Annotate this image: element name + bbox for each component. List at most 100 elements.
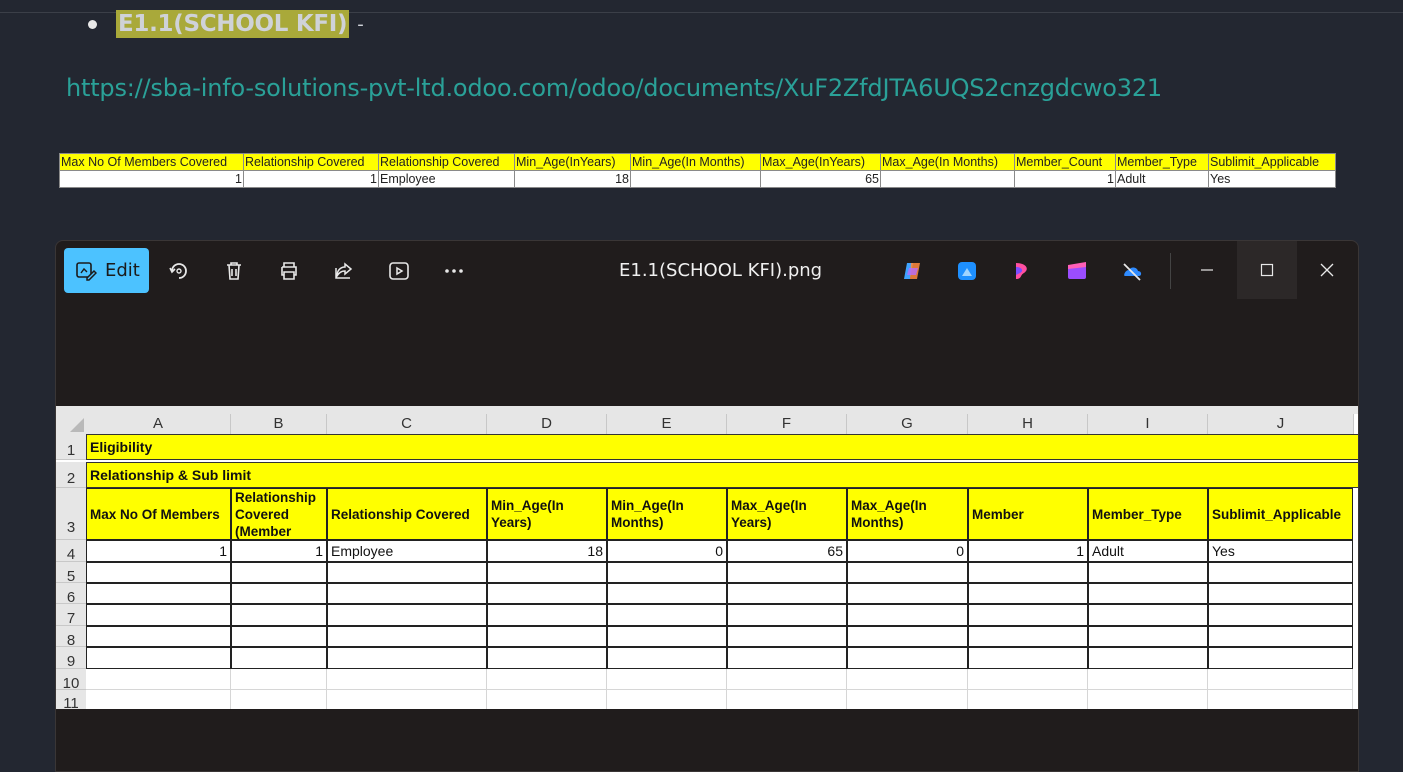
sheet-empty-cell — [231, 647, 327, 669]
sheet-empty-cell — [968, 583, 1088, 604]
edit-button[interactable]: Edit — [64, 248, 149, 293]
sheet-empty-cell — [1088, 669, 1208, 690]
sheet-empty-cell — [607, 562, 727, 583]
sheet-header-cell: Min_Age(In Months) — [607, 488, 727, 540]
pasted-table-header-row: Max No Of Members Covered Relationship C… — [59, 153, 1336, 171]
sheet-header-cell: Member_Type — [1088, 488, 1208, 540]
document-link[interactable]: https://sba-info-solutions-pvt-ltd.odoo.… — [66, 74, 1162, 102]
row-header-5: 5 — [56, 562, 86, 585]
sheet-data-cell: 0 — [847, 540, 968, 562]
sheet-data-cell: Adult — [1088, 540, 1208, 562]
sheet-empty-cell — [327, 604, 487, 626]
sheet-empty-cell — [327, 669, 487, 690]
sheet-empty-cell — [1088, 583, 1208, 604]
relationship-band: Relationship & Sub limit — [86, 462, 1358, 488]
sheet-data-cell: 65 — [727, 540, 847, 562]
print-icon[interactable] — [277, 259, 301, 283]
bullet-dash: - — [357, 13, 364, 35]
sheet-data-cell: 1 — [86, 540, 231, 562]
bullet-title: E1.1(SCHOOL KFI) — [116, 10, 350, 38]
designer-icon[interactable] — [955, 259, 979, 283]
pasted-header-cell: Max No Of Members Covered — [59, 153, 244, 171]
sheet-empty-cell — [968, 647, 1088, 669]
column-header-b: B — [231, 414, 327, 434]
clipchamp-icon[interactable] — [1010, 259, 1034, 283]
sheet-empty-cell — [1088, 604, 1208, 626]
sheet-empty-cell — [607, 669, 727, 690]
sheet-empty-cell — [1208, 626, 1353, 647]
share-icon[interactable] — [332, 259, 356, 283]
sheet-empty-cell — [86, 669, 231, 690]
sheet-header-cell: Relationship Covered — [327, 488, 487, 540]
sheet-empty-cell — [607, 604, 727, 626]
pasted-header-cell: Member_Count — [1014, 153, 1116, 171]
sheet-header-cell: Max_Age(In Months) — [847, 488, 968, 540]
toolbar-separator — [1170, 253, 1171, 289]
sheet-header-cell: Member — [968, 488, 1088, 540]
sheet-header-cell: Max_Age(In Years) — [727, 488, 847, 540]
row-header-4: 4 — [56, 540, 86, 563]
pasted-table: Max No Of Members Covered Relationship C… — [59, 153, 1336, 188]
slideshow-icon[interactable] — [387, 259, 411, 283]
row-header-3: 3 — [56, 488, 86, 540]
sheet-empty-cell — [231, 604, 327, 626]
pasted-header-cell: Max_Age(InYears) — [760, 153, 881, 171]
row-header-10: 10 — [56, 669, 86, 692]
sheet-data-cell: 1 — [231, 540, 327, 562]
sheet-header-cell: Relationship Covered (Member — [231, 488, 327, 540]
sheet-empty-cell — [231, 626, 327, 647]
photo-viewer-window: Edit E1.1(SCHOOL KFI).png A B C D E F G … — [55, 240, 1359, 772]
sheet-empty-cell — [847, 626, 968, 647]
pasted-cell: Yes — [1208, 170, 1336, 188]
sheet-empty-cell — [487, 669, 607, 690]
eligibility-band: Eligibility — [86, 434, 1358, 460]
minimize-button[interactable] — [1177, 241, 1237, 299]
spreadsheet-image: ABCDEFGHIJ 1 2 3 4 5 6 7 8 9 10 11 Eligibility Rela… — [56, 406, 1358, 709]
sheet-data-cell: 18 — [487, 540, 607, 562]
sheet-empty-cell — [1088, 626, 1208, 647]
sheet-empty-cell — [231, 669, 327, 690]
row-header-1: 1 — [56, 434, 86, 460]
sheet-empty-cell — [607, 583, 727, 604]
sheet-empty-cell — [727, 583, 847, 604]
close-button[interactable] — [1297, 241, 1357, 299]
sheet-empty-cell — [231, 562, 327, 583]
sheet-empty-cell — [607, 626, 727, 647]
sheet-empty-cell — [1208, 669, 1353, 690]
sheet-empty-cell — [1088, 647, 1208, 669]
pasted-cell: 1 — [59, 170, 244, 188]
sheet-empty-cell — [487, 583, 607, 604]
column-header-a: A — [86, 414, 231, 434]
sheet-empty-cell — [968, 604, 1088, 626]
column-header-i: I — [1088, 414, 1208, 434]
row-header-7: 7 — [56, 604, 86, 627]
copilot-icon[interactable] — [900, 259, 924, 283]
sheet-empty-cell — [847, 647, 968, 669]
sheet-data-cell: 0 — [607, 540, 727, 562]
sheet-empty-cell — [968, 562, 1088, 583]
pasted-cell: 65 — [760, 170, 881, 188]
sheet-empty-cell — [847, 669, 968, 690]
maximize-button[interactable] — [1237, 241, 1297, 299]
onedrive-offline-icon[interactable] — [1120, 259, 1144, 283]
sheet-empty-cell — [607, 690, 727, 709]
sheet-empty-cell — [327, 583, 487, 604]
rotate-icon[interactable] — [167, 259, 191, 283]
pasted-header-cell: Member_Type — [1115, 153, 1209, 171]
column-header-g: G — [847, 414, 968, 434]
pasted-header-cell: Relationship Covered — [378, 153, 515, 171]
edit-image-icon — [76, 261, 97, 281]
sheet-empty-cell — [86, 604, 231, 626]
video-editor-icon[interactable] — [1065, 259, 1089, 283]
column-header-j: J — [1208, 414, 1354, 434]
sheet-empty-cell — [968, 669, 1088, 690]
more-options-icon[interactable] — [442, 259, 466, 283]
delete-icon[interactable] — [222, 259, 246, 283]
header-strip — [56, 406, 1358, 414]
sheet-empty-cell — [86, 626, 231, 647]
sheet-empty-cell — [231, 690, 327, 709]
sheet-empty-cell — [487, 604, 607, 626]
row-header-2: 2 — [56, 462, 86, 488]
column-header-e: E — [607, 414, 727, 434]
sheet-empty-cell — [487, 562, 607, 583]
